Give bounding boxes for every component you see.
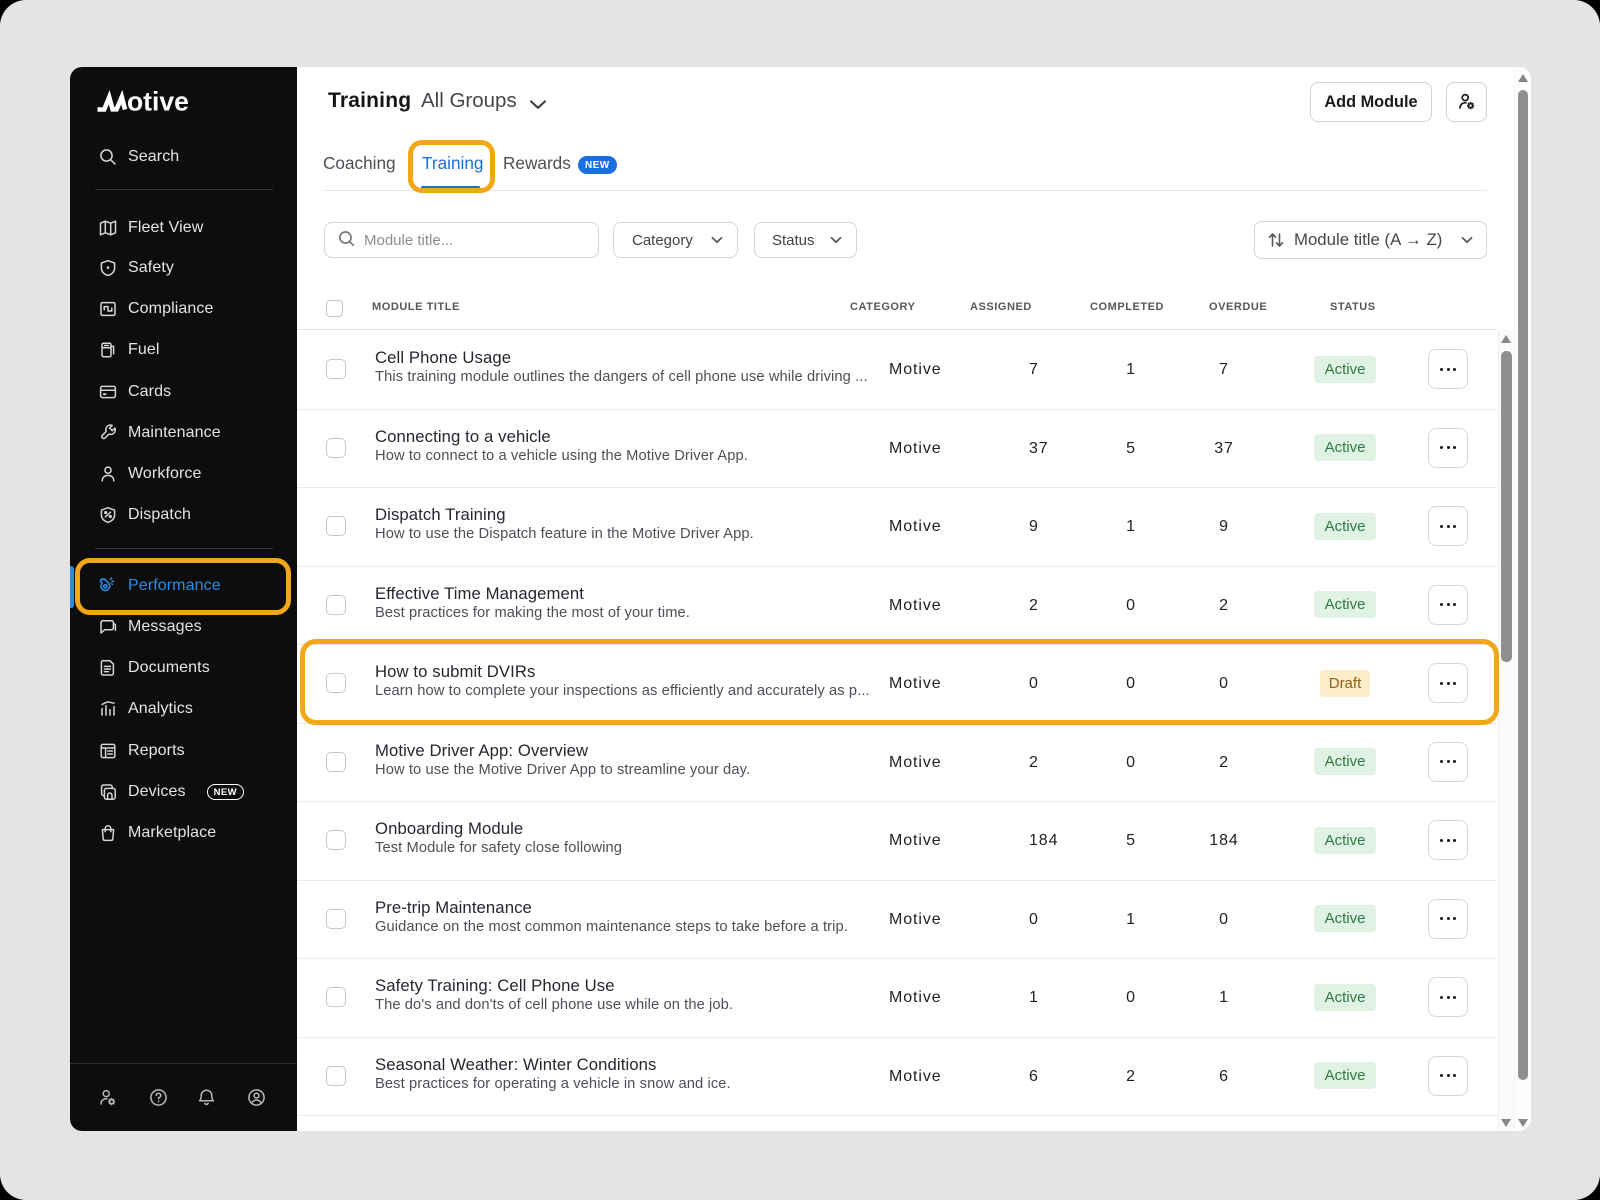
- svg-text:otive: otive: [127, 87, 189, 114]
